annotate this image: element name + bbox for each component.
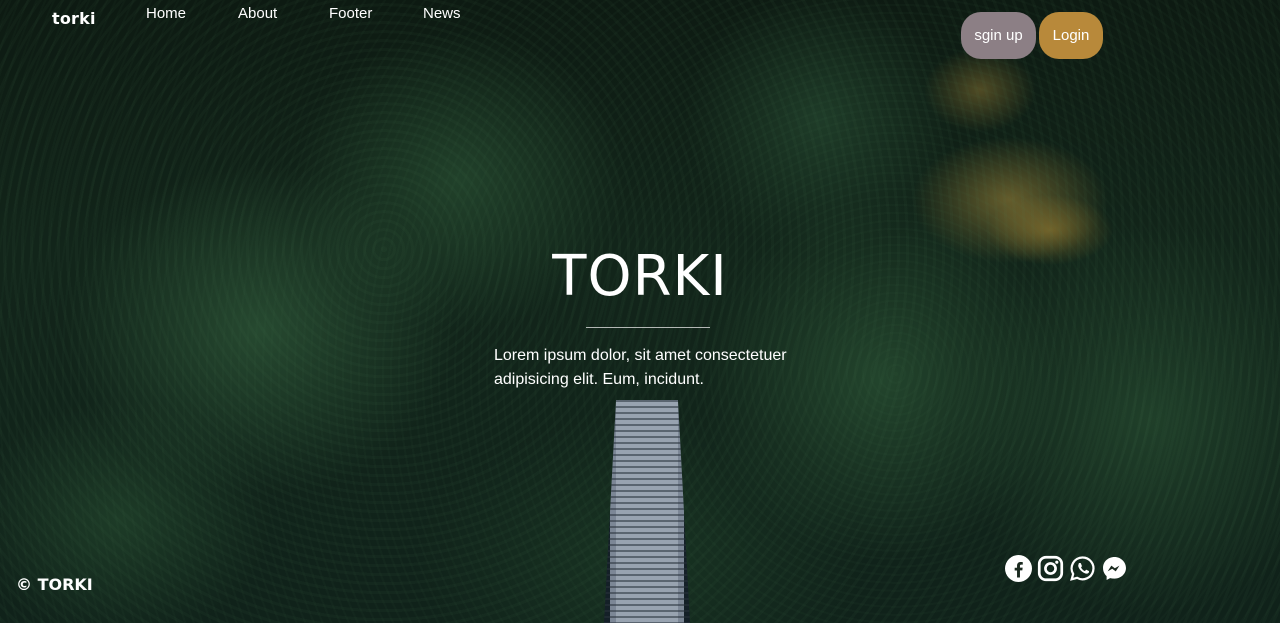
top-navigation: torki Home About Footer News sgin up Log… xyxy=(0,0,1280,60)
bridge-image xyxy=(604,400,690,623)
messenger-icon[interactable] xyxy=(1101,555,1128,582)
hero-description: Lorem ipsum dolor, sit amet consectetuer… xyxy=(494,347,787,388)
hero-divider xyxy=(586,327,710,328)
social-links xyxy=(1005,555,1128,582)
instagram-icon[interactable] xyxy=(1037,555,1064,582)
brand-logo[interactable]: torki xyxy=(52,9,96,28)
nav-link-home[interactable]: Home xyxy=(146,5,186,22)
copyright-text: © TORKI xyxy=(16,575,93,594)
nav-link-footer[interactable]: Footer xyxy=(329,5,372,22)
hero-title: TORKI xyxy=(552,244,728,309)
nav-link-about[interactable]: About xyxy=(238,5,277,22)
signup-button[interactable]: sgin up xyxy=(961,12,1036,59)
nav-link-news[interactable]: News xyxy=(423,5,461,22)
login-button[interactable]: Login xyxy=(1039,12,1103,59)
whatsapp-icon[interactable] xyxy=(1069,555,1096,582)
facebook-icon[interactable] xyxy=(1005,555,1032,582)
